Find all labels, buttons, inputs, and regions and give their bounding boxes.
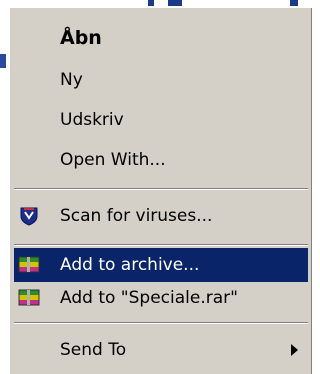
menu-item-label: Add to "Speciale.rar"	[60, 288, 238, 308]
submenu-arrow-icon	[291, 344, 298, 356]
menu-item-add-to-archive[interactable]: Add to archive...	[14, 248, 308, 282]
context-menu: Åbn Ny Udskriv Open With... Scan for vir…	[8, 6, 312, 374]
menu-item-label: Add to archive...	[60, 255, 200, 275]
menu-separator	[14, 244, 308, 246]
menu-item-scan-viruses[interactable]: Scan for viruses...	[14, 196, 308, 236]
menu-item-send-to[interactable]: Send To	[14, 330, 308, 370]
menu-item-label: Udskriv	[60, 110, 124, 130]
menu-item-add-to-speciale-rar[interactable]: Add to "Speciale.rar"	[14, 282, 308, 314]
menu-separator	[14, 322, 308, 324]
menu-item-label: Scan for viruses...	[60, 206, 213, 226]
menu-item-new[interactable]: Ny	[14, 60, 308, 100]
menu-item-open[interactable]: Åbn	[14, 18, 308, 58]
menu-item-open-with[interactable]: Open With...	[14, 140, 308, 180]
winrar-icon	[18, 287, 40, 309]
shield-icon	[18, 205, 40, 227]
menu-item-label: Ny	[60, 70, 83, 90]
menu-item-print[interactable]: Udskriv	[14, 100, 308, 140]
menu-item-label: Send To	[60, 340, 127, 360]
menu-item-label: Open With...	[60, 150, 166, 170]
winrar-icon	[18, 254, 40, 276]
menu-item-label: Åbn	[60, 27, 102, 49]
menu-separator	[14, 188, 308, 190]
desktop-item-fragment	[0, 54, 6, 68]
